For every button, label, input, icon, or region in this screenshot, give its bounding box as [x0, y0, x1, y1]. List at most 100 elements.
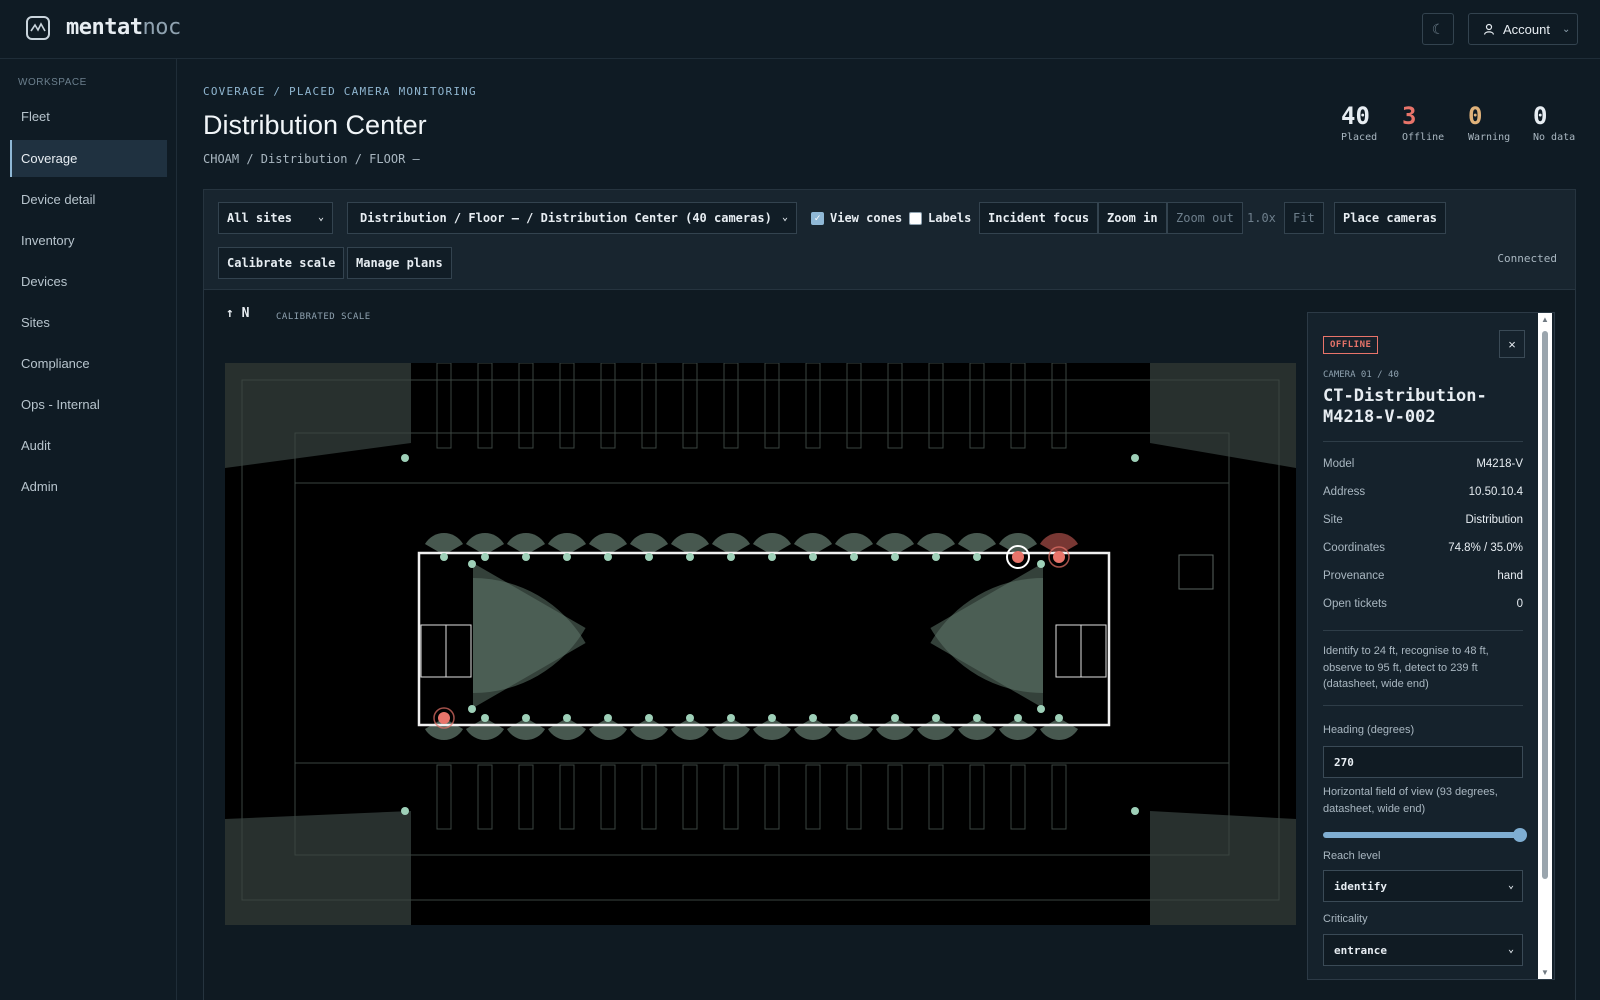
sidebar-item-sites[interactable]: Sites [10, 304, 167, 341]
sidebar-section-label: WORKSPACE [18, 77, 87, 88]
sidebar-item-compliance[interactable]: Compliance [10, 345, 167, 382]
stat-placed: 40 Placed [1341, 102, 1377, 143]
hfov-label: Horizontal field of view (93 degrees, da… [1323, 786, 1498, 815]
chevron-down-icon: ⌄ [1561, 23, 1571, 35]
criticality-select[interactable]: entrance ⌄ [1323, 934, 1523, 966]
floor-plan-select[interactable]: Distribution / Floor – / Distribution Ce… [347, 202, 797, 234]
camera-marker [727, 714, 735, 722]
divider [1323, 705, 1523, 706]
stat-label: Placed [1341, 132, 1378, 143]
labels-toggle[interactable]: Labels [909, 211, 971, 225]
camera-marker [1014, 714, 1022, 722]
location-breadcrumb: CHOAM / Distribution / FLOOR – [203, 152, 420, 166]
stat-label: Warning [1468, 132, 1511, 143]
stat-value: 0 [1533, 102, 1548, 130]
camera-marker [604, 714, 612, 722]
camera-marker [481, 714, 489, 722]
criticality-select-value: entrance [1334, 943, 1387, 957]
camera-marker [481, 553, 489, 561]
zoom-in-button[interactable]: Zoom in [1098, 202, 1167, 234]
slider-handle[interactable] [1513, 828, 1527, 842]
page-title: Distribution Center [203, 110, 427, 140]
checkbox-checked-icon[interactable]: ✓ [811, 211, 824, 225]
north-indicator: ↑ N [226, 306, 250, 321]
close-icon[interactable]: × [1499, 330, 1525, 358]
zoom-out-button[interactable]: Zoom out [1167, 202, 1243, 234]
sidebar-item-coverage[interactable]: Coverage [10, 140, 167, 177]
panel-scrollbar[interactable]: ▲ ▼ [1538, 313, 1552, 979]
camera-marker [1131, 807, 1139, 815]
camera-marker [1055, 714, 1063, 722]
camera-marker [768, 553, 776, 561]
chevron-down-icon: ⌄ [1507, 944, 1514, 955]
scroll-up-icon[interactable]: ▲ [1541, 315, 1549, 324]
hfov-slider[interactable] [1323, 828, 1527, 842]
fit-button[interactable]: Fit [1284, 202, 1324, 234]
status-badge: OFFLINE [1323, 336, 1379, 354]
brand[interactable]: mentatnoc [26, 15, 181, 40]
site-select-value: All sites [227, 211, 293, 225]
camera-marker [850, 553, 858, 561]
brand-name: mentatnoc [66, 15, 181, 40]
floor-plan-select-value: Distribution / Floor – / Distribution Ce… [360, 211, 772, 225]
detail-row-address: Address 10.50.10.4 [1323, 486, 1523, 498]
camera-marker [891, 714, 899, 722]
stat-label: Offline [1402, 132, 1445, 143]
camera-marker [401, 454, 409, 462]
chevron-down-icon: ⌄ [1507, 880, 1514, 891]
detail-row-provenance: Provenance hand [1323, 570, 1523, 582]
scale-label: CALIBRATED SCALE [276, 312, 371, 322]
reach-select[interactable]: identify ⌄ [1323, 870, 1523, 902]
scroll-down-icon[interactable]: ▼ [1541, 968, 1549, 977]
camera-index: CAMERA 01 / 40 [1323, 370, 1399, 380]
camera-marker [401, 807, 409, 815]
stat-value: 40 [1341, 102, 1370, 130]
camera-marker [973, 553, 981, 561]
camera-marker [768, 714, 776, 722]
toolbar-panel: All sites ⌄ Distribution / Floor – / Dis… [203, 189, 1576, 290]
reach-select-value: identify [1334, 879, 1387, 893]
incident-focus-button[interactable]: Incident focus [979, 202, 1099, 234]
user-icon [1483, 23, 1495, 35]
pulse-logo-icon [26, 15, 50, 40]
reach-label: Reach level [1323, 850, 1381, 862]
divider [1323, 441, 1523, 442]
offline-camera-marker [1053, 551, 1065, 563]
camera-marker [686, 714, 694, 722]
stat-value: 0 [1468, 102, 1483, 130]
camera-marker [440, 553, 448, 561]
view-cones-toggle[interactable]: ✓ View cones [811, 211, 902, 225]
camera-detail-panel: OFFLINE × CAMERA 01 / 40 CT-Distribution… [1307, 312, 1555, 980]
calibrate-scale-button[interactable]: Calibrate scale [218, 247, 345, 279]
site-select[interactable]: All sites ⌄ [218, 202, 333, 234]
camera-marker [850, 714, 858, 722]
heading-label: Heading (degrees) [1323, 724, 1415, 736]
chevron-down-icon: ⌄ [317, 212, 324, 223]
checkbox-icon[interactable] [909, 211, 922, 225]
zoom-level: 1.0x [1247, 211, 1276, 225]
place-cameras-button[interactable]: Place cameras [1334, 202, 1446, 234]
section-breadcrumb: COVERAGE / PLACED CAMERA MONITORING [203, 85, 477, 98]
sidebar-item-devices[interactable]: Devices [10, 263, 167, 300]
sidebar-item-audit[interactable]: Audit [10, 427, 167, 464]
camera-marker [604, 553, 612, 561]
heading-input[interactable]: 270 [1323, 746, 1523, 778]
sidebar-item-inventory[interactable]: Inventory [10, 222, 167, 259]
sidebar-item-fleet[interactable]: Fleet [10, 98, 167, 135]
theme-toggle-button[interactable]: ☾ [1422, 13, 1454, 45]
camera-marker [645, 553, 653, 561]
camera-marker [1037, 560, 1045, 568]
sidebar-item-admin[interactable]: Admin [10, 468, 167, 505]
sidebar-item-ops-internal[interactable]: Ops - Internal [10, 386, 167, 423]
camera-marker [891, 553, 899, 561]
criticality-label: Criticality [1323, 913, 1368, 925]
manage-plans-button[interactable]: Manage plans [347, 247, 452, 279]
stat-no-data: 0 No data [1533, 102, 1575, 143]
account-label: Account [1503, 21, 1550, 37]
moon-icon: ☾ [1431, 20, 1445, 37]
account-button[interactable]: Account ⌄ [1468, 13, 1578, 45]
scrollbar-thumb[interactable] [1542, 331, 1548, 879]
sidebar-item-device-detail[interactable]: Device detail [10, 181, 167, 218]
stat-label: No data [1533, 132, 1576, 143]
floor-plan[interactable] [225, 363, 1296, 925]
